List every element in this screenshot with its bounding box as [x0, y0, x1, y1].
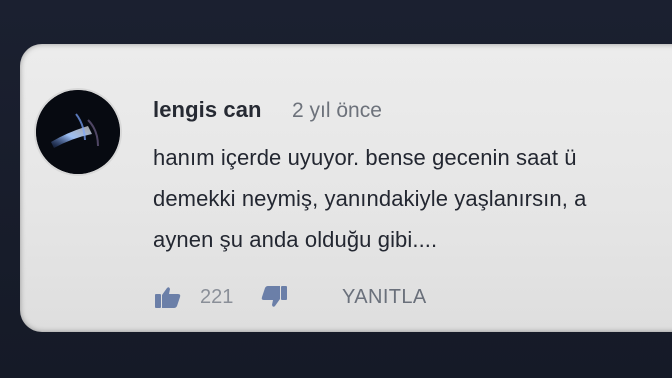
comment-timestamp[interactable]: 2 yıl önce [292, 99, 382, 123]
comment-author[interactable]: lengis can [153, 97, 262, 123]
thumbs-down-icon [261, 286, 287, 307]
dislike-button[interactable] [258, 282, 290, 312]
comment-text-line-2: demekki neymiş, yanındakiyle yaşlanırsın… [153, 186, 587, 211]
screenshot-frame: lengis can 2 yıl önce hanım içerde uyuyo… [0, 0, 672, 378]
reply-button[interactable]: YANITLA [342, 286, 427, 309]
avatar-image [36, 90, 120, 174]
like-count: 221 [200, 285, 234, 308]
like-button[interactable] [152, 282, 184, 312]
avatar[interactable] [36, 90, 120, 174]
thumbs-up-icon [155, 287, 181, 308]
comment-text-line-1: hanım içerde uyuyor. bense gecenin saat … [153, 145, 577, 170]
comment-actions: 221 YANITLA [152, 282, 427, 312]
comment-text-line-3: aynen şu anda olduğu gibi.... [153, 227, 438, 252]
